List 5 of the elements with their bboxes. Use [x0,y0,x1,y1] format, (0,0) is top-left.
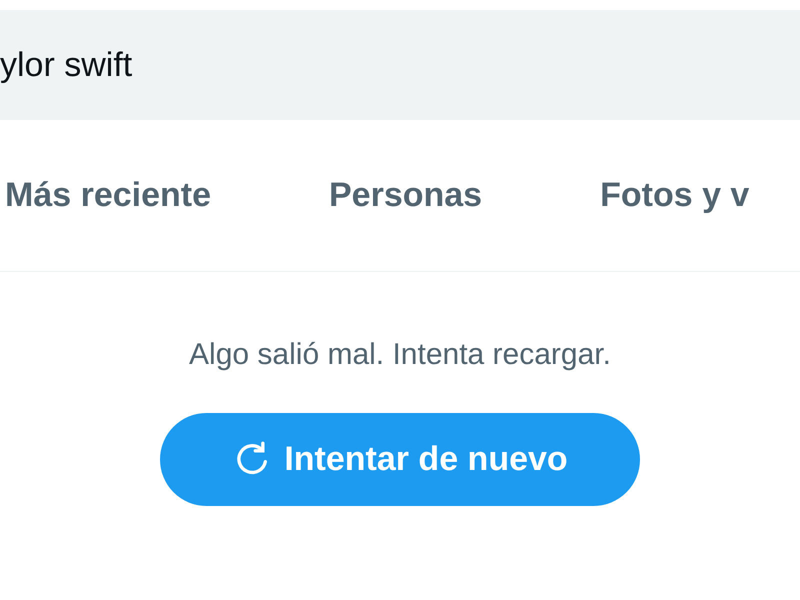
error-message: Algo salió mal. Intenta recargar. [189,337,611,373]
tab[interactable]: Fotos y v [600,162,750,229]
search-field[interactable]: ylor swift [0,10,800,120]
tab[interactable]: Personas [329,162,482,229]
tab[interactable]: Más reciente [5,162,211,229]
